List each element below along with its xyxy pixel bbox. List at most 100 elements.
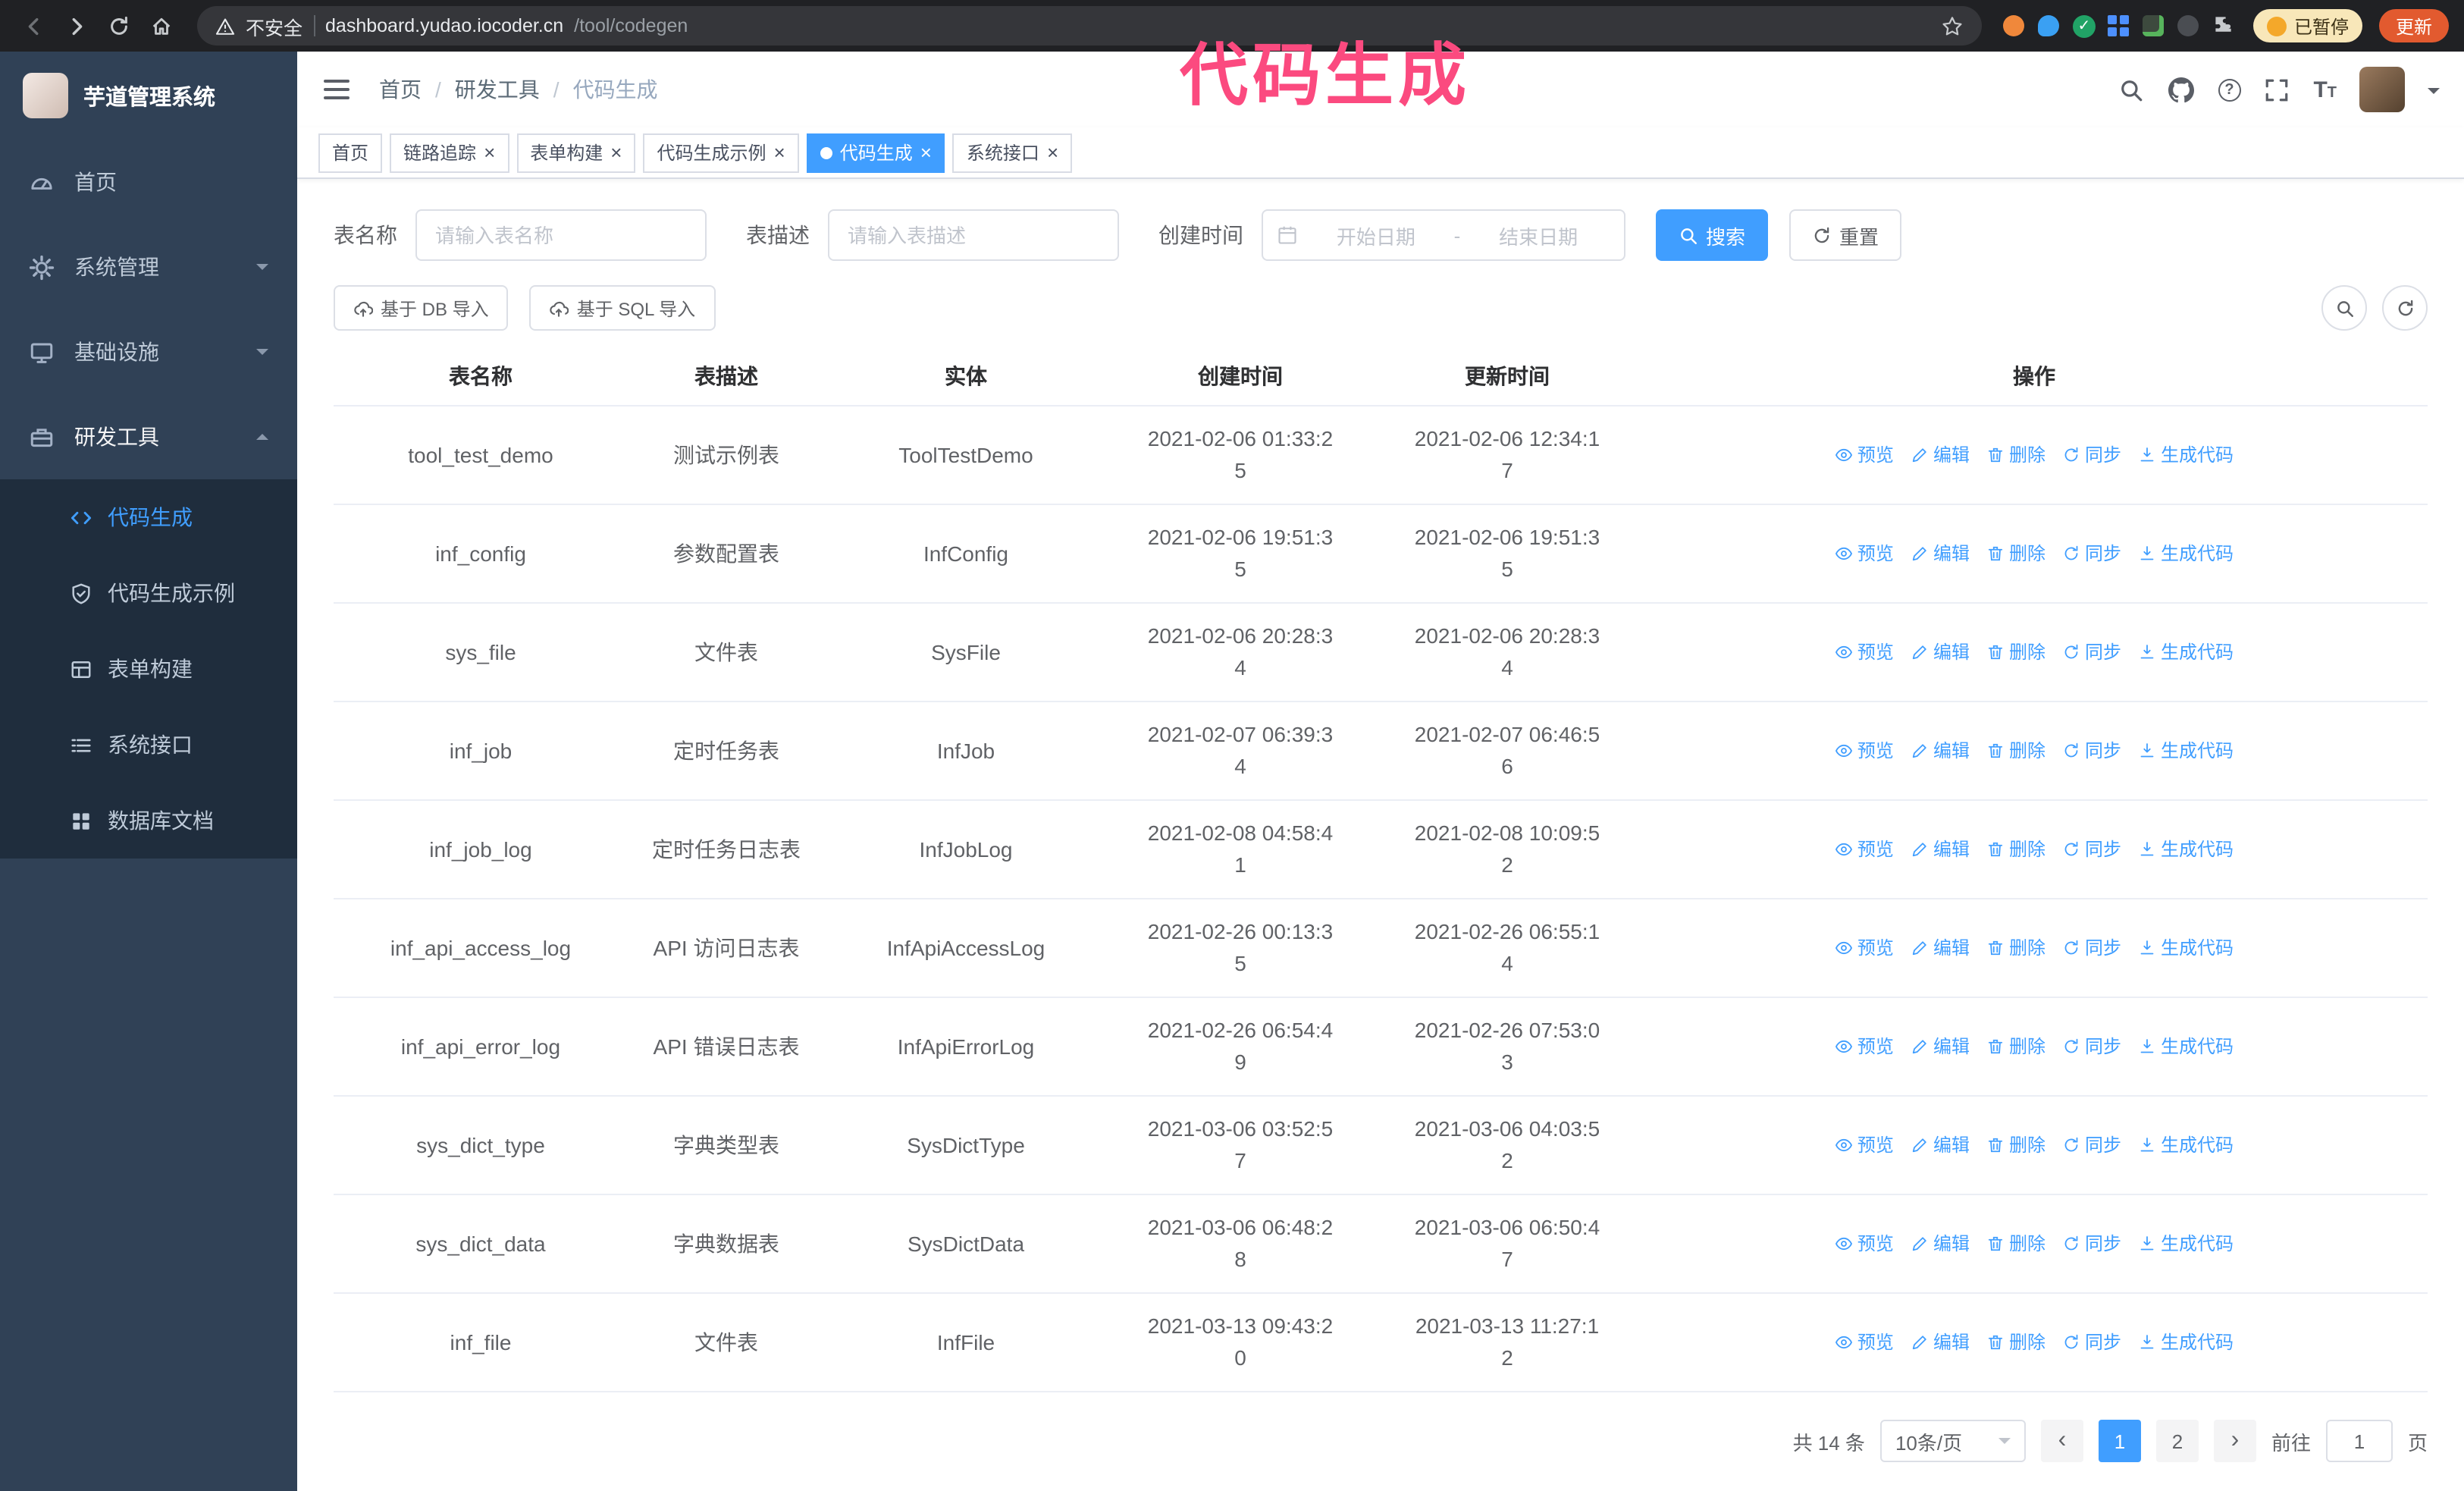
address-bar[interactable]: 不安全 dashboard.yudao.iocoder.cn /tool/cod… [197,6,1982,46]
font-size-icon[interactable] [2313,77,2337,102]
breadcrumb-item[interactable]: 研发工具 [422,74,540,105]
delete-link[interactable]: 删除 [1986,1031,2045,1063]
search-button[interactable]: 搜索 [1656,209,1769,261]
extension-dark-green-icon[interactable] [2140,11,2168,40]
tab-api[interactable]: 系统接口 [952,133,1073,172]
sync-link[interactable]: 同步 [2062,1129,2121,1161]
preview-link[interactable]: 预览 [1835,1129,1894,1161]
browser-refresh-button[interactable] [100,8,136,44]
preview-link[interactable]: 预览 [1835,538,1894,570]
preview-link[interactable]: 预览 [1835,1326,1894,1358]
browser-home-button[interactable] [143,8,179,44]
sync-link[interactable]: 同步 [2062,1228,2121,1260]
generate-code-link[interactable]: 生成代码 [2138,538,2234,570]
tab-codegen[interactable]: 代码生成 [806,133,945,172]
tab-codegen-example[interactable]: 代码生成示例 [643,133,799,172]
delete-link[interactable]: 删除 [1986,538,2045,570]
tab-home[interactable]: 首页 [318,133,383,172]
close-icon[interactable] [774,143,785,162]
breadcrumb-item[interactable]: 首页 [379,74,422,105]
sync-link[interactable]: 同步 [2062,735,2121,767]
sidebar-item-codegen-example[interactable]: 代码生成示例 [0,555,297,631]
sync-link[interactable]: 同步 [2062,1326,2121,1358]
date-end-placeholder[interactable]: 结束日期 [1466,221,1610,250]
goto-page-input[interactable] [2325,1420,2393,1462]
url-path[interactable]: /tool/codegen [574,15,688,36]
sync-link[interactable]: 同步 [2062,833,2121,865]
sidebar-item-form-builder[interactable]: 表单构建 [0,631,297,707]
sidebar-item-codegen[interactable]: 代码生成 [0,479,297,555]
edit-link[interactable]: 编辑 [1911,1031,1970,1063]
sync-link[interactable]: 同步 [2062,932,2121,964]
extension-orange-icon[interactable] [2000,11,2029,40]
generate-code-link[interactable]: 生成代码 [2138,932,2234,964]
sidebar-item-api[interactable]: 系统接口 [0,707,297,783]
page-button-2[interactable]: 2 [2155,1420,2199,1462]
puzzle-icon[interactable] [2209,11,2238,40]
delete-link[interactable]: 删除 [1986,636,2045,668]
user-avatar[interactable] [2359,67,2405,112]
import-sql-button[interactable]: 基于 SQL 导入 [529,285,716,331]
table-desc-input[interactable] [828,209,1119,261]
github-icon[interactable] [2168,76,2195,103]
security-label[interactable]: 不安全 [246,11,303,40]
preview-link[interactable]: 预览 [1835,833,1894,865]
edit-link[interactable]: 编辑 [1911,1129,1970,1161]
next-page-button[interactable] [2213,1420,2256,1462]
edit-link[interactable]: 编辑 [1911,636,1970,668]
edit-link[interactable]: 编辑 [1911,439,1970,471]
close-icon[interactable] [1047,143,1058,162]
avatar-caret-icon[interactable] [2428,87,2440,99]
prev-page-button[interactable] [2040,1420,2083,1462]
toggle-search-button[interactable] [2321,285,2367,331]
sidebar-item-db-doc[interactable]: 数据库文档 [0,783,297,859]
preview-link[interactable]: 预览 [1835,1228,1894,1260]
reset-button[interactable]: 重置 [1789,209,1902,261]
delete-link[interactable]: 删除 [1986,1228,2045,1260]
edit-link[interactable]: 编辑 [1911,833,1970,865]
extension-green-check-icon[interactable]: ✓ [2070,11,2099,40]
delete-link[interactable]: 删除 [1986,735,2045,767]
sidebar-item-system[interactable]: 系统管理 [0,224,297,309]
generate-code-link[interactable]: 生成代码 [2138,833,2234,865]
refresh-table-button[interactable] [2382,285,2428,331]
sync-link[interactable]: 同步 [2062,1031,2121,1063]
browser-back-button[interactable] [15,8,52,44]
delete-link[interactable]: 删除 [1986,932,2045,964]
sync-link[interactable]: 同步 [2062,538,2121,570]
edit-link[interactable]: 编辑 [1911,538,1970,570]
preview-link[interactable]: 预览 [1835,636,1894,668]
browser-update-button[interactable]: 更新 [2378,9,2449,42]
url-domain[interactable]: dashboard.yudao.iocoder.cn [325,15,563,36]
sync-link[interactable]: 同步 [2062,636,2121,668]
date-start-placeholder[interactable]: 开始日期 [1304,221,1448,250]
preview-link[interactable]: 预览 [1835,735,1894,767]
extension-blue-drop-icon[interactable] [2035,11,2064,40]
bookmark-star-icon[interactable] [1941,14,1964,37]
sidebar-item-devtools[interactable]: 研发工具 [0,394,297,479]
search-icon[interactable] [2118,76,2145,103]
close-icon[interactable] [920,143,932,162]
edit-link[interactable]: 编辑 [1911,932,1970,964]
help-icon[interactable] [2218,78,2241,101]
browser-forward-button[interactable] [58,8,94,44]
generate-code-link[interactable]: 生成代码 [2138,735,2234,767]
extension-grid-icon[interactable] [2105,11,2133,40]
sync-link[interactable]: 同步 [2062,439,2121,471]
preview-link[interactable]: 预览 [1835,932,1894,964]
tab-form-builder[interactable]: 表单构建 [516,133,636,172]
hamburger-icon[interactable] [321,74,352,105]
paused-badge[interactable]: 已暂停 [2252,9,2362,42]
tab-tracing[interactable]: 链路追踪 [390,133,509,172]
delete-link[interactable]: 删除 [1986,1326,2045,1358]
edit-link[interactable]: 编辑 [1911,735,1970,767]
page-size-select[interactable]: 10条/页 [1879,1420,2026,1462]
delete-link[interactable]: 删除 [1986,439,2045,471]
close-icon[interactable] [610,143,622,162]
sidebar-item-home[interactable]: 首页 [0,140,297,224]
delete-link[interactable]: 删除 [1986,833,2045,865]
generate-code-link[interactable]: 生成代码 [2138,1326,2234,1358]
generate-code-link[interactable]: 生成代码 [2138,1228,2234,1260]
generate-code-link[interactable]: 生成代码 [2138,439,2234,471]
fullscreen-icon[interactable] [2263,76,2290,103]
